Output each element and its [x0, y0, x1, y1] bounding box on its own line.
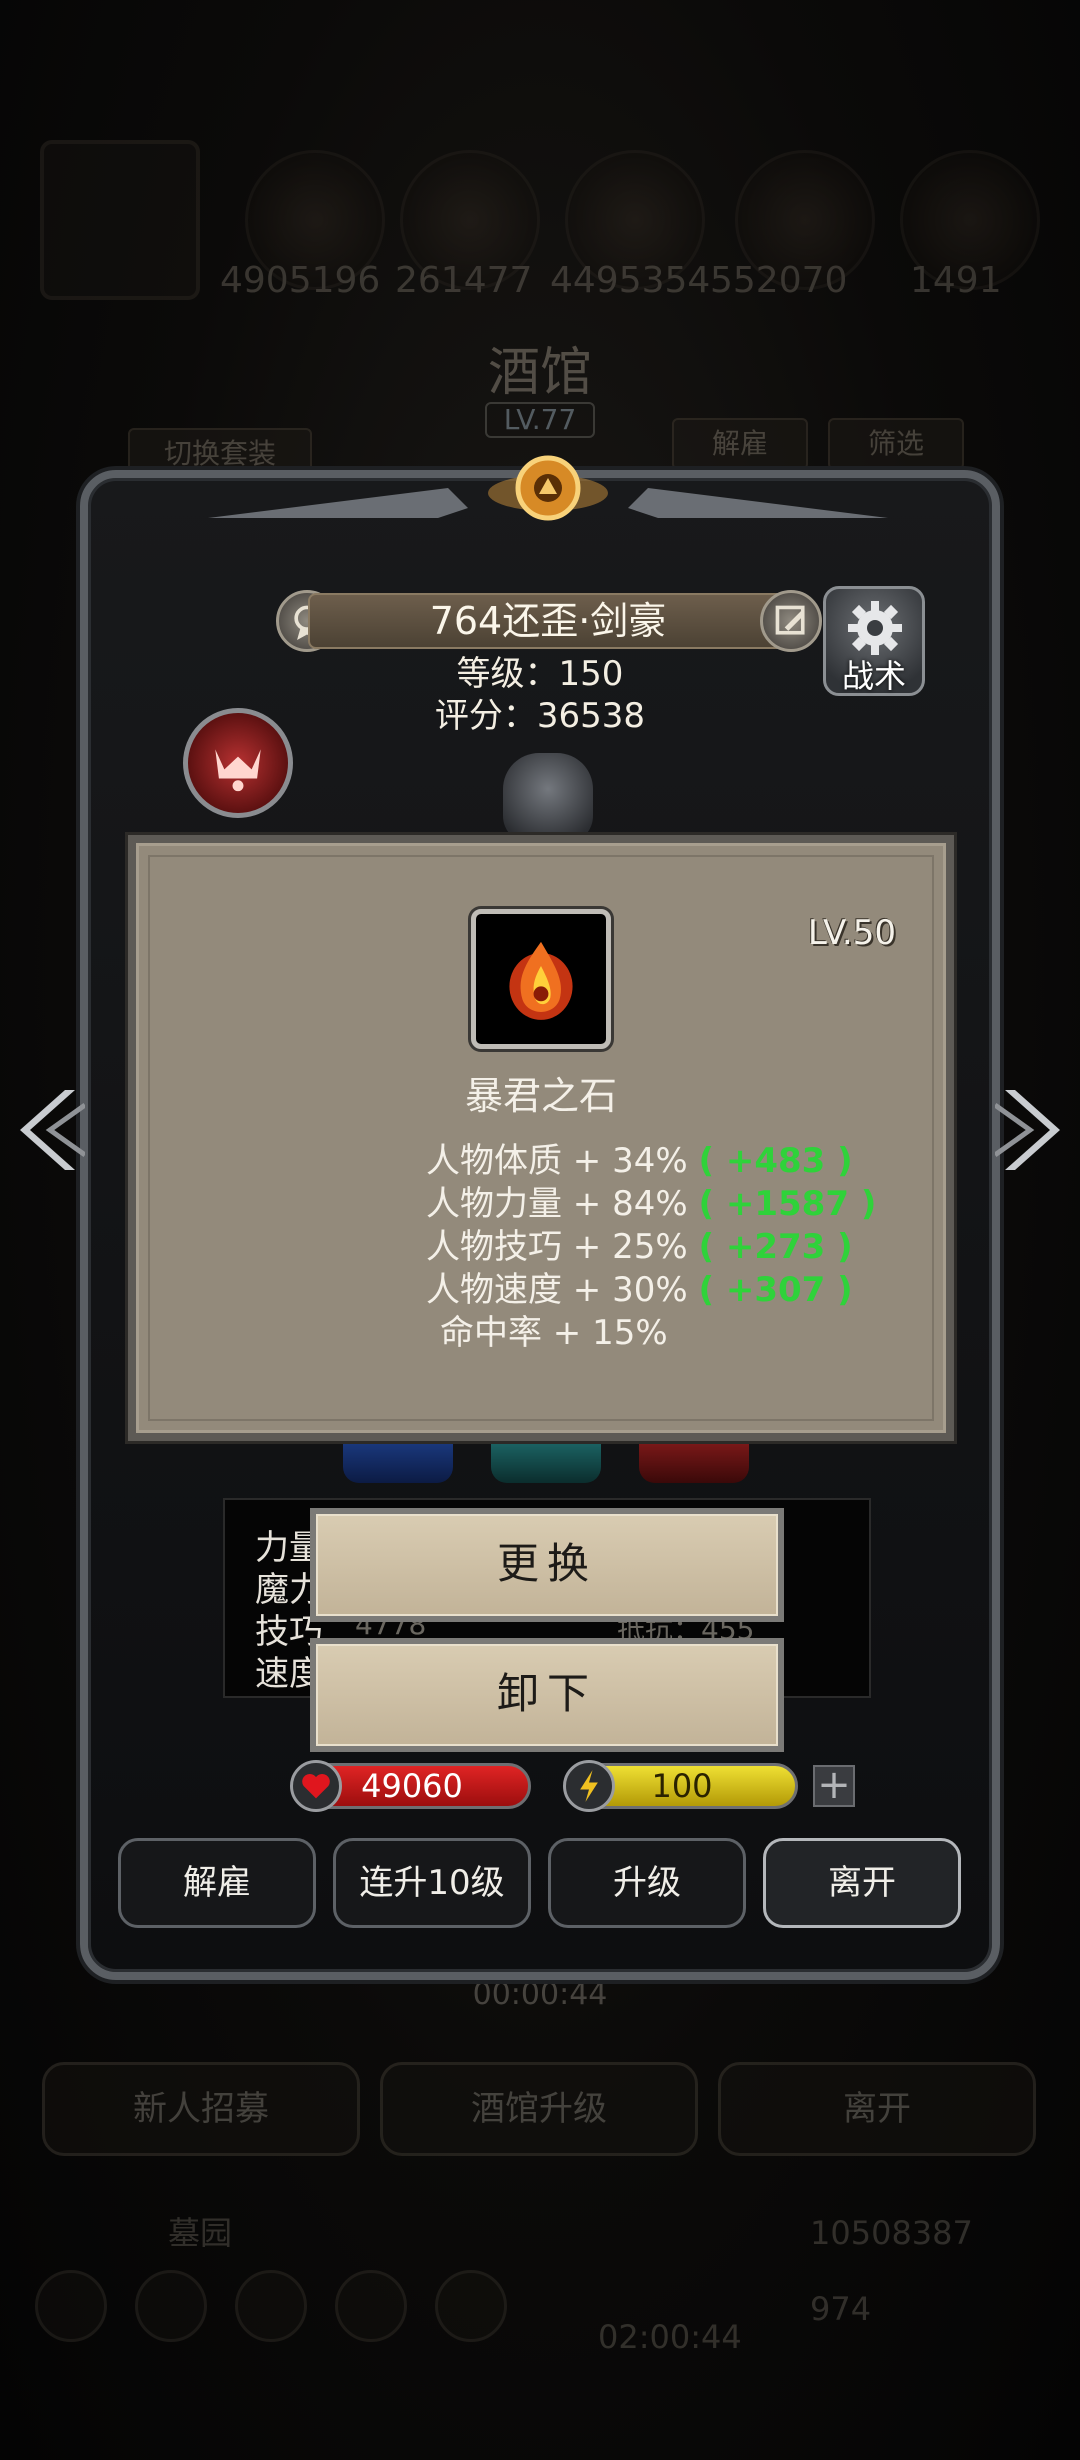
energy-value: 100: [651, 1767, 713, 1805]
replace-button[interactable]: 更换: [310, 1508, 784, 1622]
energy-counter: 100: [563, 1760, 798, 1812]
item-stat-text: 人物体质 + 34%: [426, 1141, 688, 1181]
hp-counter: 49060: [290, 1760, 531, 1812]
bottom-timer: 02:00:44: [598, 2318, 742, 2356]
item-stat-row: 人物技巧 + 25% ( +273 ): [426, 1219, 853, 1268]
item-stat-row: 命中率 + 15%: [440, 1305, 668, 1354]
class-icon[interactable]: [183, 708, 293, 818]
item-stat-bonus: ( +483 ): [698, 1141, 853, 1181]
item-stat-text: 命中率 + 15%: [440, 1313, 668, 1353]
bg-leave-button: 离开: [718, 2062, 1036, 2156]
item-stat-row: 人物体质 + 34% ( +483 ): [426, 1133, 853, 1182]
gem-amount: 974: [810, 2290, 872, 2328]
item-stat-text: 人物速度 + 30%: [426, 1270, 688, 1310]
item-stat-bonus: ( +1587 ): [698, 1184, 877, 1224]
filter-button: 筛选: [828, 418, 964, 470]
prev-hero-arrow[interactable]: [15, 1080, 87, 1180]
item-name: 暴君之石: [464, 1074, 617, 1118]
next-hero-arrow[interactable]: [993, 1080, 1065, 1180]
resource-value: 1491: [910, 260, 1002, 301]
player-avatar-frame: [40, 140, 200, 300]
dismiss-button[interactable]: 解雇: [118, 1838, 316, 1928]
fire-gem-icon: [471, 909, 611, 1049]
cemetery-label: 墓园: [168, 2214, 233, 2252]
resource-value: 552070: [710, 260, 848, 301]
tavern-level: LV.77: [485, 402, 595, 438]
nav-icon: [335, 2270, 407, 2342]
item-level: LV.50: [807, 913, 896, 953]
item-stat-row: 人物速度 + 30% ( +307 ): [426, 1262, 853, 1311]
tavern-upgrade-button: 酒馆升级: [380, 2062, 698, 2156]
item-stat-text: 人物技巧 + 25%: [426, 1227, 688, 1267]
nav-icon: [435, 2270, 507, 2342]
resource-value: 4905196: [220, 260, 381, 301]
resource-value: 261477: [395, 260, 533, 301]
bg-dismiss-button: 解雇: [672, 418, 808, 470]
lightning-icon: [563, 1760, 615, 1812]
recruit-button: 新人招募: [42, 2062, 360, 2156]
add-energy-button[interactable]: +: [813, 1765, 855, 1807]
item-stat-bonus: ( +307 ): [698, 1270, 853, 1310]
panel-ornament: [628, 488, 888, 518]
level-up-button[interactable]: 升级: [548, 1838, 746, 1928]
panel-ornament: [208, 488, 468, 518]
edit-icon[interactable]: [760, 590, 822, 652]
item-stat-bonus: ( +273 ): [698, 1227, 853, 1267]
resource-value: 4495354: [550, 260, 711, 301]
item-stat-text: 人物力量 + 84%: [426, 1184, 688, 1224]
bottom-nav: 墓园 02:00:44 10508387 974: [0, 2190, 1080, 2460]
hero-portrait: [503, 753, 593, 843]
hp-value: 49060: [361, 1767, 463, 1805]
heart-icon: [290, 1760, 342, 1812]
resource-bar: 4905196 261477 4495354 552070 1491: [30, 130, 1050, 330]
nav-icon: [135, 2270, 207, 2342]
item-tooltip: LV.50 暴君之石 人物体质 + 34% ( +483 ) 人物力量 + 84…: [128, 835, 954, 1441]
tavern-title: 酒馆: [487, 343, 592, 403]
crest-icon: [488, 455, 608, 521]
leave-button[interactable]: 离开: [763, 1838, 961, 1928]
nav-icon: [235, 2270, 307, 2342]
nav-icon: [35, 2270, 107, 2342]
gold-amount: 10508387: [810, 2214, 973, 2252]
unequip-button[interactable]: 卸下: [310, 1638, 784, 1752]
hero-name: 764还歪·剑豪: [308, 593, 788, 649]
level-up-10-button[interactable]: 连升10级: [333, 1838, 531, 1928]
item-stat-row: 人物力量 + 84% ( +1587 ): [426, 1176, 876, 1225]
